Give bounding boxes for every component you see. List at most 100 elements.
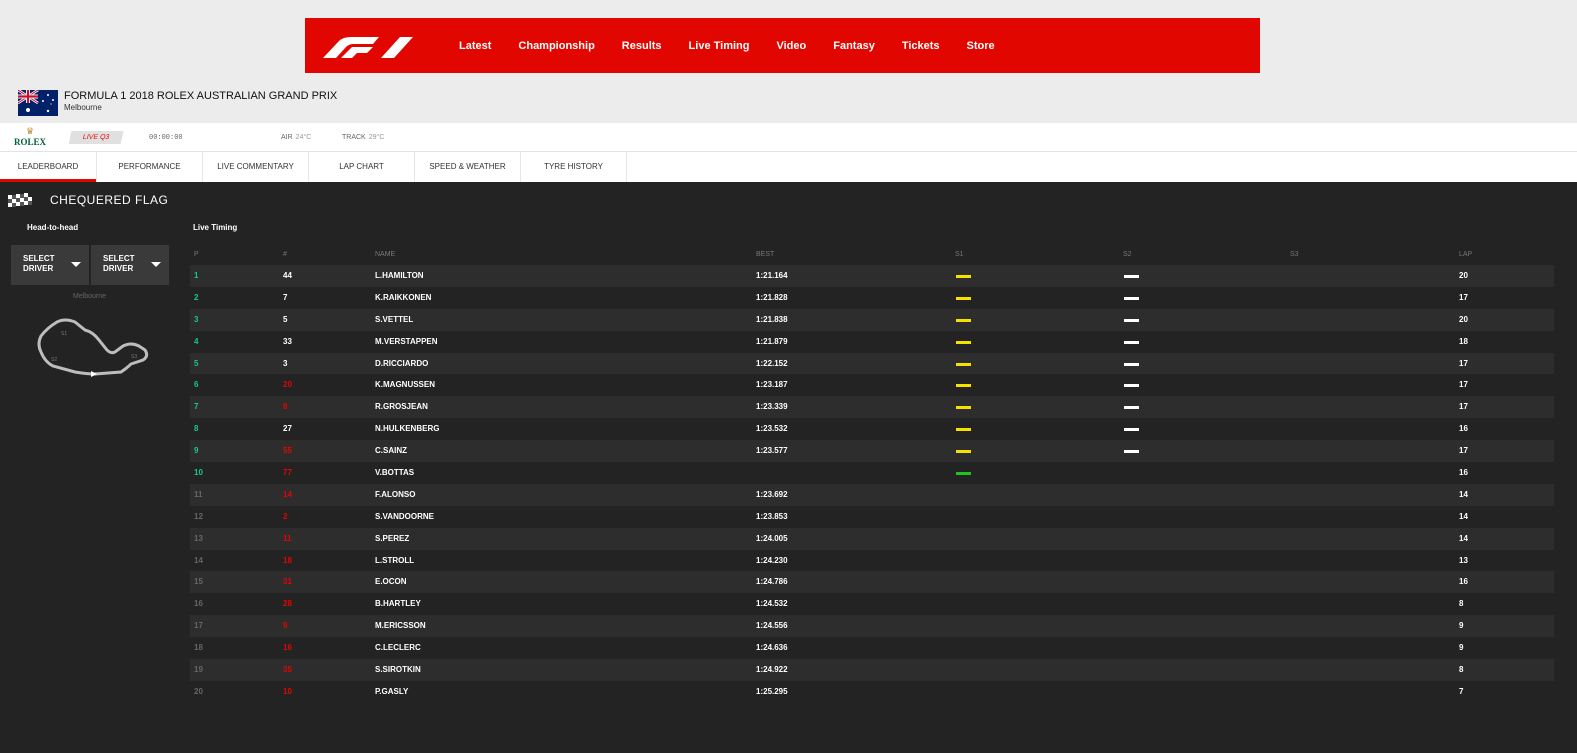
best-lap: 1:24.922	[756, 665, 788, 675]
position: 2	[194, 292, 199, 302]
lap-count: 9	[1459, 621, 1464, 631]
s1-sector-indicator	[956, 362, 971, 366]
table-row[interactable]: 18 16 C.LECLERC 1:24.636 9	[190, 637, 1554, 659]
nav-item-live-timing[interactable]: Live Timing	[689, 40, 750, 52]
driver-name: M.VERSTAPPEN	[375, 336, 438, 346]
col-header-best: BEST	[756, 251, 775, 258]
table-row[interactable]: 16 28 B.HARTLEY 1:24.532 8	[190, 593, 1554, 615]
best-lap: 1:24.005	[756, 533, 788, 543]
table-row[interactable]: 9 55 C.SAINZ 1:23.577 17	[190, 440, 1554, 463]
position: 12	[194, 511, 203, 521]
col-header-position: P	[194, 251, 199, 258]
f1-logo-icon[interactable]	[321, 34, 413, 58]
position: 10	[194, 468, 203, 478]
position: 13	[194, 533, 203, 543]
car-number: 5	[283, 314, 288, 324]
table-row[interactable]: 19 35 S.SIROTKIN 1:24.922 8	[190, 659, 1554, 681]
lap-count: 17	[1459, 358, 1468, 368]
car-number: 14	[283, 489, 292, 499]
select-driver-1-dropdown[interactable]: SELECT DRIVER	[11, 245, 89, 285]
driver-name: K.MAGNUSSEN	[375, 380, 436, 390]
col-header-s1: S1	[955, 251, 964, 258]
chequered-flag-icon	[8, 193, 32, 207]
s2-sector-indicator	[1124, 362, 1139, 366]
session-bar: ♛ ROLEX LIVE Q3 00:00:00 AIR 24°C TRACK 29…	[0, 123, 1577, 152]
lap-count: 16	[1459, 424, 1468, 434]
driver-name: L.STROLL	[375, 555, 415, 565]
table-row[interactable]: 15 31 E.OCON 1:24.786 16	[190, 571, 1554, 594]
table-row[interactable]: 20 10 P.GASLY 1:25.295 7	[190, 681, 1554, 703]
sector-1-label: S1	[61, 331, 67, 337]
table-row[interactable]: 3 5 S.VETTEL 1:21.838 20	[190, 308, 1554, 331]
driver-name: D.RICCIARDO	[375, 358, 429, 368]
s1-sector-indicator	[956, 472, 971, 476]
select-driver-2-dropdown[interactable]: SELECT DRIVER	[91, 245, 169, 285]
tab-leaderboard[interactable]: LEADERBOARD	[0, 152, 97, 182]
circuit-name: Melbourne	[72, 293, 107, 300]
car-number: 18	[283, 555, 292, 565]
position: 20	[194, 686, 203, 696]
table-row[interactable]: 17 9 M.ERICSSON 1:24.556 9	[190, 615, 1554, 638]
driver-name: P.GASLY	[375, 686, 409, 696]
table-row[interactable]: 7 8 R.GROSJEAN 1:23.339 17	[190, 396, 1554, 419]
lap-count: 8	[1459, 599, 1464, 609]
table-row[interactable]: 2 7 K.RAIKKONEN 1:21.828 17	[190, 287, 1554, 309]
air-value: 24°C	[295, 134, 312, 141]
table-row[interactable]: 8 27 N.HULKENBERG 1:23.532 16	[190, 418, 1554, 440]
nav-item-tickets[interactable]: Tickets	[902, 40, 940, 52]
nav-item-results[interactable]: Results	[622, 40, 662, 52]
table-row[interactable]: 6 20 K.MAGNUSSEN 1:23.187 17	[190, 374, 1554, 396]
position: 14	[194, 555, 203, 565]
circuit-map-icon: S1 S2 S3	[37, 318, 149, 377]
s2-sector-indicator	[1124, 406, 1139, 410]
best-lap: 1:23.187	[756, 380, 788, 390]
table-row[interactable]: 14 18 L.STROLL 1:24.230 13	[190, 550, 1554, 572]
timing-table: P # NAME BEST S1 S2 S3 LAP 1 44 L.HAMILTON…	[190, 248, 1554, 703]
driver-name: C.SAINZ	[375, 446, 407, 456]
tab-tyre-history[interactable]: TYRE HISTORY	[521, 152, 627, 182]
car-number: 28	[283, 599, 292, 609]
nav-item-fantasy[interactable]: Fantasy	[833, 40, 875, 52]
lap-count: 14	[1459, 533, 1468, 543]
tab-performance[interactable]: PERFORMANCE	[97, 152, 203, 182]
car-number: 16	[283, 643, 292, 653]
position: 5	[194, 358, 199, 368]
nav-item-video[interactable]: Video	[776, 40, 806, 52]
table-row[interactable]: 12 2 S.VANDOORNE 1:23.853 14	[190, 506, 1554, 528]
driver-name: K.RAIKKONEN	[375, 292, 432, 302]
select-driver-2-label: SELECT DRIVER	[103, 254, 135, 273]
driver-name: L.HAMILTON	[375, 271, 424, 280]
table-row[interactable]: 11 14 F.ALONSO 1:23.692 14	[190, 483, 1554, 506]
lap-count: 18	[1459, 336, 1468, 346]
table-row[interactable]: 5 3 D.RICCIARDO 1:22.152 17	[190, 352, 1554, 375]
driver-name: B.HARTLEY	[375, 599, 421, 609]
nav-item-latest[interactable]: Latest	[459, 40, 491, 52]
s1-sector-indicator	[956, 296, 971, 300]
lap-count: 9	[1459, 643, 1464, 653]
table-row[interactable]: 4 33 M.VERSTAPPEN 1:21.879 18	[190, 331, 1554, 353]
table-row[interactable]: 1 44 L.HAMILTON 1:21.164 20	[190, 265, 1554, 287]
s2-sector-indicator	[1124, 296, 1139, 300]
nav-item-store[interactable]: Store	[967, 40, 995, 52]
tab-speed-weather[interactable]: SPEED & WEATHER	[415, 152, 521, 182]
s2-sector-indicator	[1124, 318, 1139, 322]
table-row[interactable]: 13 11 S.PEREZ 1:24.005 14	[190, 527, 1554, 550]
best-lap: 1:21.828	[756, 292, 788, 302]
position: 1	[194, 271, 199, 280]
tab-lap-chart[interactable]: LAP CHART	[309, 152, 415, 182]
position: 17	[194, 621, 203, 631]
driver-name: C.LECLERC	[375, 643, 421, 653]
tab-bar: LEADERBOARD PERFORMANCE LIVE COMMENTARY LAP…	[0, 152, 1577, 182]
position: 6	[194, 380, 199, 390]
best-lap: 1:23.577	[756, 446, 788, 456]
car-number: 7	[283, 292, 288, 302]
nav-item-championship[interactable]: Championship	[518, 40, 594, 52]
table-header: P # NAME BEST S1 S2 S3 LAP	[190, 248, 1554, 265]
table-row[interactable]: 10 77 V.BOTTAS 16	[190, 462, 1554, 484]
best-lap: 1:24.786	[756, 577, 788, 587]
driver-name: R.GROSJEAN	[375, 402, 428, 412]
col-header-name: NAME	[375, 251, 396, 258]
best-lap: 1:25.295	[756, 686, 788, 696]
tab-live-commentary[interactable]: LIVE COMMENTARY	[203, 152, 309, 182]
s1-sector-indicator	[956, 428, 971, 432]
